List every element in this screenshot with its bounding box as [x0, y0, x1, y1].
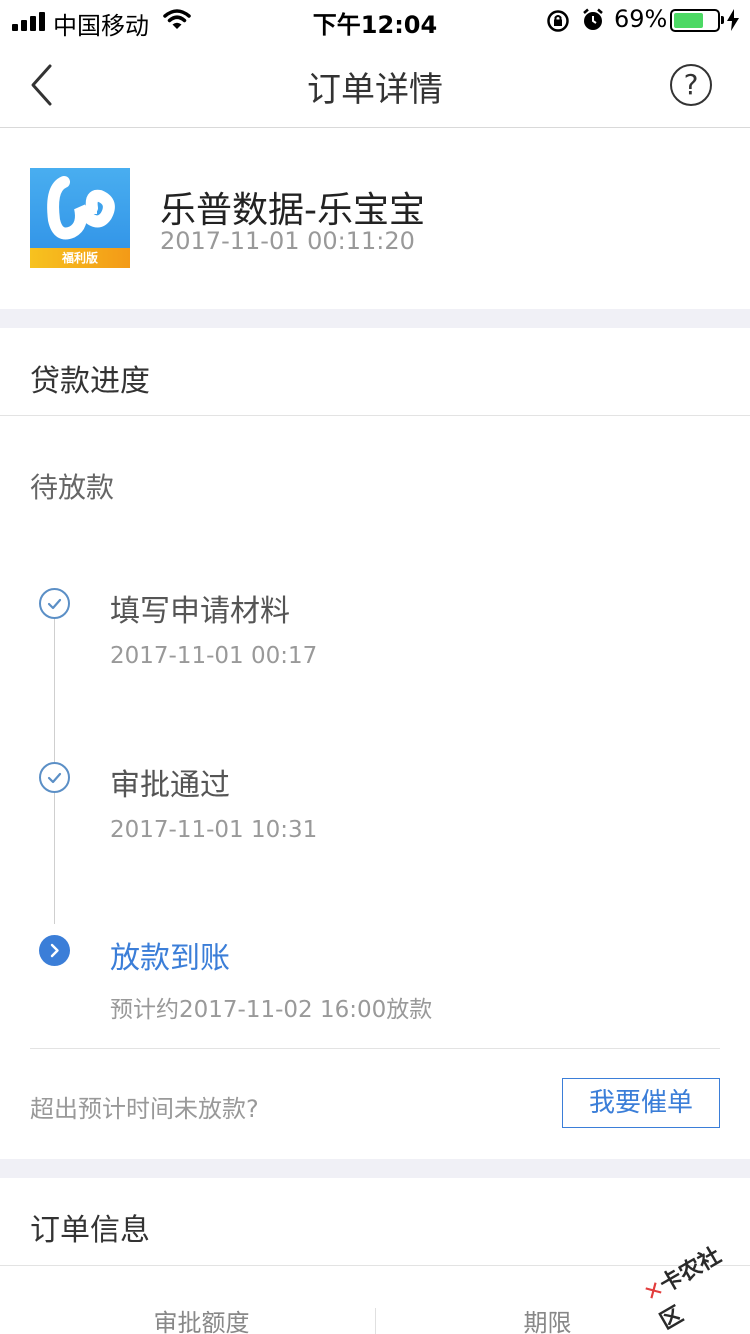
battery-percent: 69% — [614, 5, 668, 33]
battery-level — [674, 13, 703, 28]
status-bar: 中国移动 下午12:04 69% — [0, 0, 750, 40]
step-check-icon — [39, 762, 70, 793]
divider — [30, 1048, 720, 1049]
logo-mark-icon — [47, 176, 115, 240]
battery-icon — [670, 9, 720, 32]
urge-order-button[interactable]: 我要催单 — [562, 1078, 720, 1128]
battery-tip — [721, 16, 724, 24]
page-title: 订单详情 — [307, 70, 443, 110]
step-title: 填写申请材料 — [110, 594, 290, 629]
step-title: 审批通过 — [110, 768, 230, 803]
step-time: 2017-11-01 10:31 — [110, 817, 318, 843]
step-title: 放款到账 — [110, 941, 230, 976]
section-gap — [0, 309, 750, 328]
alarm-icon — [583, 8, 603, 30]
order-timestamp: 2017-11-01 00:11:20 — [160, 227, 415, 255]
logo-badge: 福利版 — [30, 248, 130, 268]
help-icon[interactable]: ? — [670, 64, 712, 106]
urge-question: 超出预计时间未放款? — [30, 1095, 259, 1123]
step-estimate: 预计约2017-11-02 16:00放款 — [110, 997, 433, 1023]
divider — [0, 1265, 750, 1266]
loan-status: 待放款 — [30, 471, 115, 504]
step-current-icon — [39, 935, 70, 966]
step-check-icon — [39, 588, 70, 619]
merchant-header: 福利版 乐普数据-乐宝宝 2017-11-01 00:11:20 — [0, 129, 750, 309]
section-gap — [0, 1159, 750, 1178]
charging-icon — [727, 9, 739, 31]
timeline-connector — [54, 618, 55, 762]
order-info-title: 订单信息 — [30, 1213, 150, 1248]
orientation-lock-icon — [547, 10, 569, 32]
divider — [0, 415, 750, 416]
step-time: 2017-11-01 00:17 — [110, 643, 318, 669]
loan-progress-title: 贷款进度 — [30, 364, 150, 399]
merchant-name: 乐普数据-乐宝宝 — [160, 190, 425, 231]
merchant-logo: 福利版 — [30, 168, 130, 268]
column-header-amount: 审批额度 — [153, 1309, 250, 1334]
nav-bar: 订单详情 ? — [0, 40, 750, 128]
timeline-connector — [54, 792, 55, 924]
